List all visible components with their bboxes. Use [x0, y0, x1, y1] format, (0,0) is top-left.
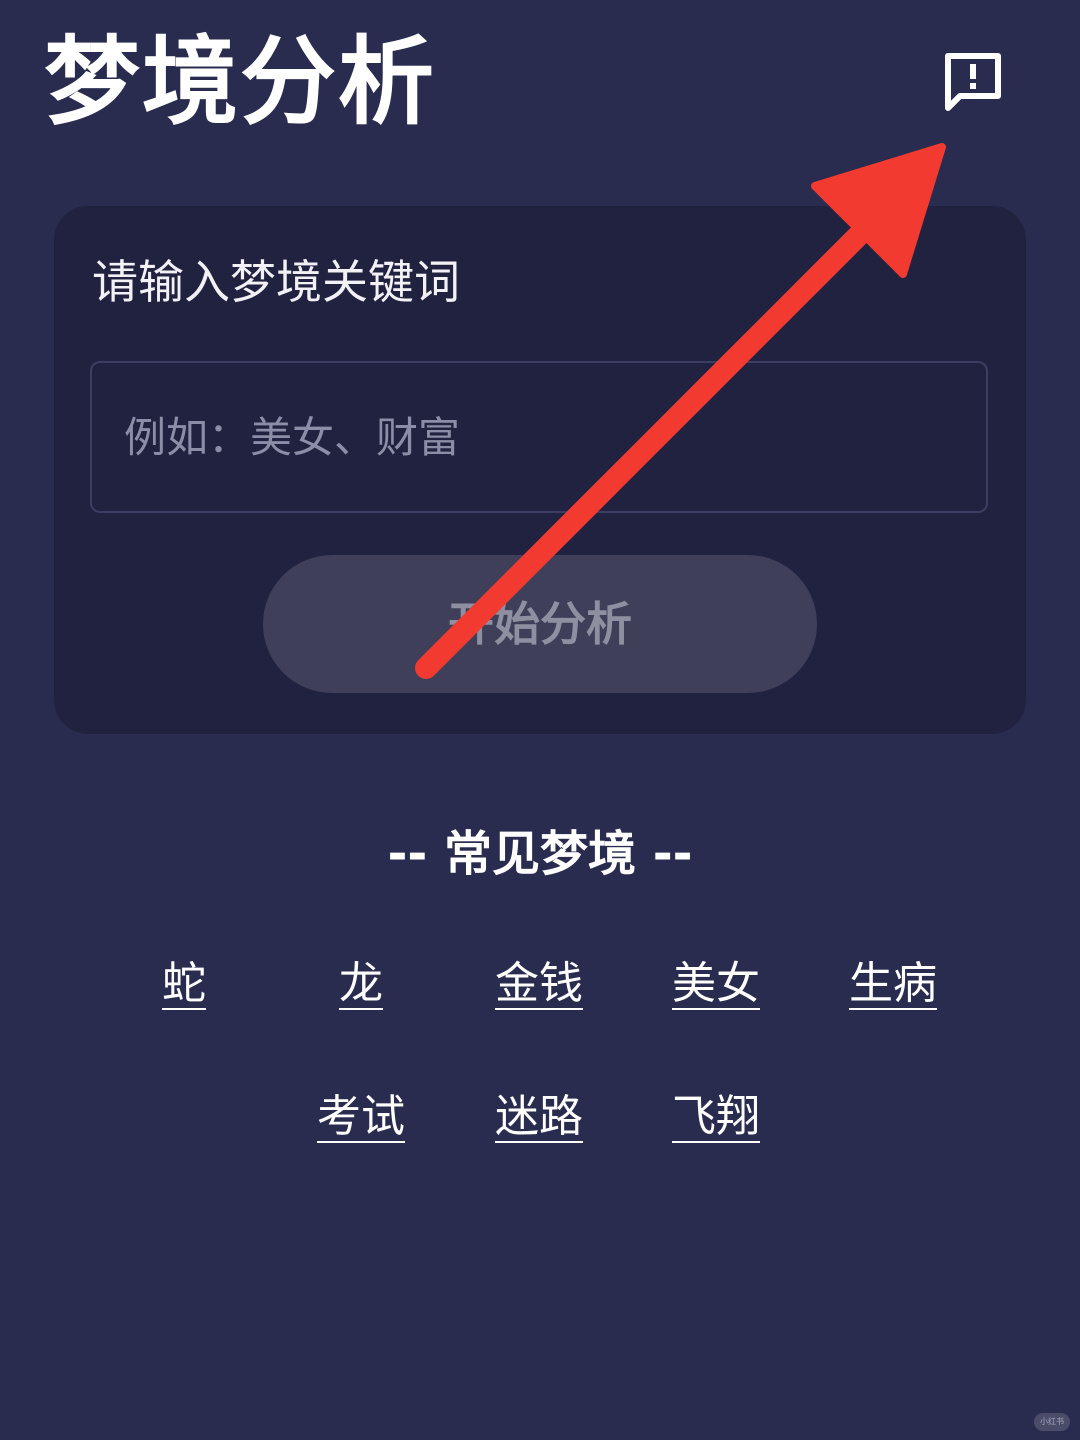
feedback-icon [945, 53, 1001, 111]
common-dreams-title: -- 常见梦境 -- [387, 826, 693, 882]
dream-keyword-input[interactable] [90, 361, 988, 513]
dream-search-card: 请输入梦境关键词 开始分析 [54, 206, 1026, 734]
dream-tag-money[interactable]: 金钱 [495, 956, 583, 1012]
watermark-badge: 小红书 [1034, 1413, 1070, 1431]
dream-tag-lost[interactable]: 迷路 [495, 1089, 583, 1145]
feedback-button[interactable] [940, 48, 1004, 112]
page-title: 梦境分析 [44, 26, 436, 138]
keyword-prompt-label: 请输入梦境关键词 [92, 255, 460, 309]
dream-tag-flying[interactable]: 飞翔 [672, 1089, 760, 1145]
start-analysis-button[interactable]: 开始分析 [263, 555, 817, 693]
dream-tag-sickness[interactable]: 生病 [849, 956, 937, 1012]
watermark-text: 小红书 [1040, 1417, 1064, 1426]
dream-tag-snake[interactable]: 蛇 [162, 956, 206, 1012]
dream-tag-beauty[interactable]: 美女 [672, 956, 760, 1012]
dream-tag-dragon[interactable]: 龙 [339, 956, 383, 1012]
dream-tag-exam[interactable]: 考试 [317, 1089, 405, 1145]
